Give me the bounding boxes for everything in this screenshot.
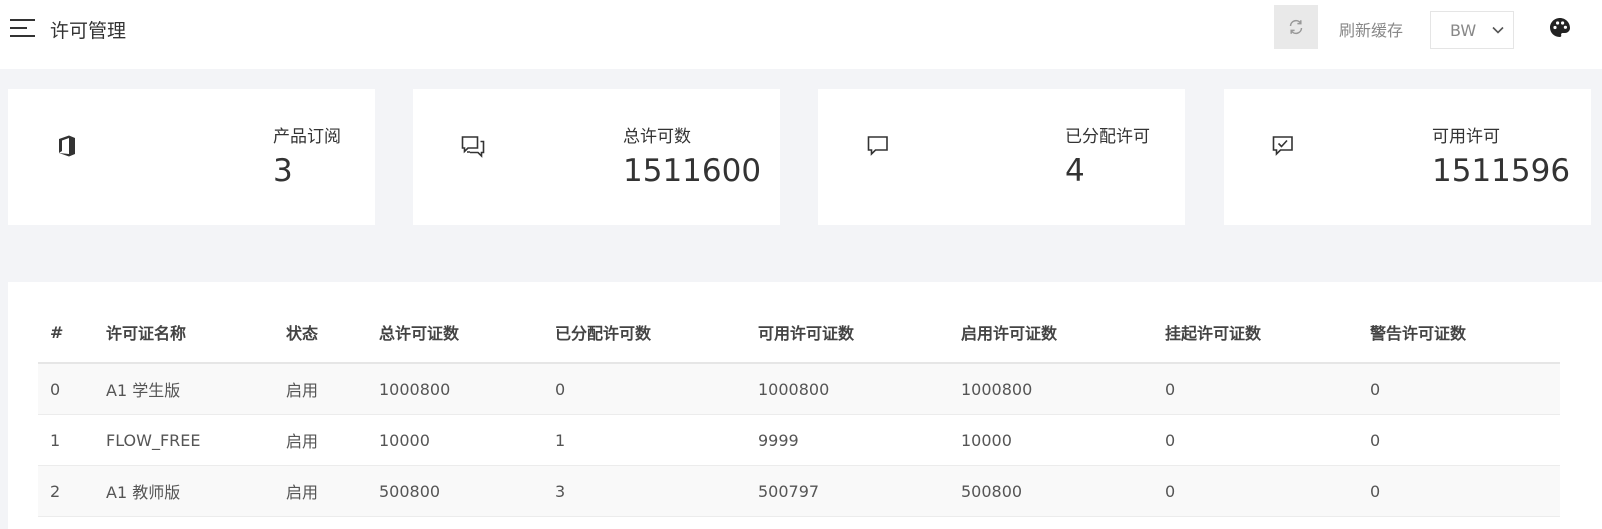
refresh-cache-link[interactable]: 刷新缓存	[1339, 17, 1403, 41]
table-cell: 0	[1358, 465, 1560, 517]
card-value: 1511600	[623, 153, 762, 189]
table-cell: A1 学生版	[94, 363, 274, 415]
card-product-subscription: 产品订阅 3	[8, 89, 375, 225]
top-header: 许可管理 刷新缓存 BW	[0, 0, 1602, 69]
column-header: 启用许可证数	[949, 302, 1153, 364]
page-title: 许可管理	[50, 20, 127, 42]
table-cell: 500800	[367, 465, 543, 517]
table-header-row: # 许可证名称 状态 总许可证数 已分配许可数 可用许可证数 启用许可证数 挂起…	[38, 302, 1560, 364]
table-cell: 2	[38, 465, 94, 517]
table-row[interactable]: 1 FLOW_FREE 启用 10000 1 9999 10000 0 0	[38, 414, 1560, 466]
card-label: 可用许可	[1432, 127, 1500, 147]
table-cell: 9999	[746, 414, 949, 466]
chat-multiple-icon	[460, 134, 486, 164]
office-icon	[56, 134, 78, 162]
column-header: 可用许可证数	[746, 302, 949, 364]
refresh-icon	[1289, 19, 1303, 35]
table-cell: 0	[1153, 465, 1358, 517]
table-cell: 0	[1153, 414, 1358, 466]
column-header: 许可证名称	[94, 302, 274, 364]
table-cell: 500797	[746, 465, 949, 517]
table-cell: 1000800	[746, 363, 949, 415]
table-cell: 500800	[949, 465, 1153, 517]
chat-icon	[866, 134, 890, 162]
column-header: 挂起许可证数	[1153, 302, 1358, 364]
table-cell: 10000	[949, 414, 1153, 466]
card-available-licenses: 可用许可 1511596	[1224, 89, 1591, 225]
column-header: 状态	[274, 302, 367, 364]
license-table-panel: # 许可证名称 状态 总许可证数 已分配许可数 可用许可证数 启用许可证数 挂起…	[8, 282, 1602, 529]
table-row[interactable]: 2 A1 教师版 启用 500800 3 500797 500800 0 0	[38, 465, 1560, 517]
card-value: 1511596	[1432, 153, 1571, 189]
chat-check-icon	[1271, 134, 1295, 162]
column-header: #	[38, 302, 94, 364]
refresh-button[interactable]	[1274, 5, 1318, 49]
table-cell: 1000800	[367, 363, 543, 415]
table-cell: 10000	[367, 414, 543, 466]
table-row[interactable]: 0 A1 学生版 启用 1000800 0 1000800 1000800 0 …	[38, 363, 1560, 415]
table-cell: 启用	[274, 465, 367, 517]
column-header: 总许可证数	[367, 302, 543, 364]
column-header: 警告许可证数	[1358, 302, 1560, 364]
theme-select[interactable]: BW	[1430, 11, 1514, 49]
table-cell: A1 教师版	[94, 465, 274, 517]
card-value: 3	[273, 153, 293, 189]
menu-icon[interactable]	[10, 17, 36, 39]
table-cell: 3	[543, 465, 746, 517]
table-cell: 0	[1153, 363, 1358, 415]
table-cell: 0	[38, 363, 94, 415]
card-total-licenses: 总许可数 1511600	[413, 89, 780, 225]
card-assigned-licenses: 已分配许可 4	[818, 89, 1185, 225]
card-label: 产品订阅	[273, 127, 341, 147]
table-cell: 0	[1358, 363, 1560, 415]
theme-select-value: BW	[1450, 20, 1477, 40]
card-value: 4	[1065, 153, 1085, 189]
chevron-down-icon	[1492, 26, 1504, 34]
table-cell: 启用	[274, 414, 367, 466]
table-cell: FLOW_FREE	[94, 414, 274, 466]
table-cell: 1	[38, 414, 94, 466]
palette-icon[interactable]	[1548, 16, 1572, 40]
card-label: 已分配许可	[1065, 127, 1150, 147]
table-cell: 0	[543, 363, 746, 415]
table-cell: 0	[1358, 414, 1560, 466]
table-cell: 1000800	[949, 363, 1153, 415]
card-label: 总许可数	[623, 127, 691, 147]
table-cell: 启用	[274, 363, 367, 415]
license-table: # 许可证名称 状态 总许可证数 已分配许可数 可用许可证数 启用许可证数 挂起…	[38, 302, 1560, 517]
table-cell: 1	[543, 414, 746, 466]
column-header: 已分配许可数	[543, 302, 746, 364]
